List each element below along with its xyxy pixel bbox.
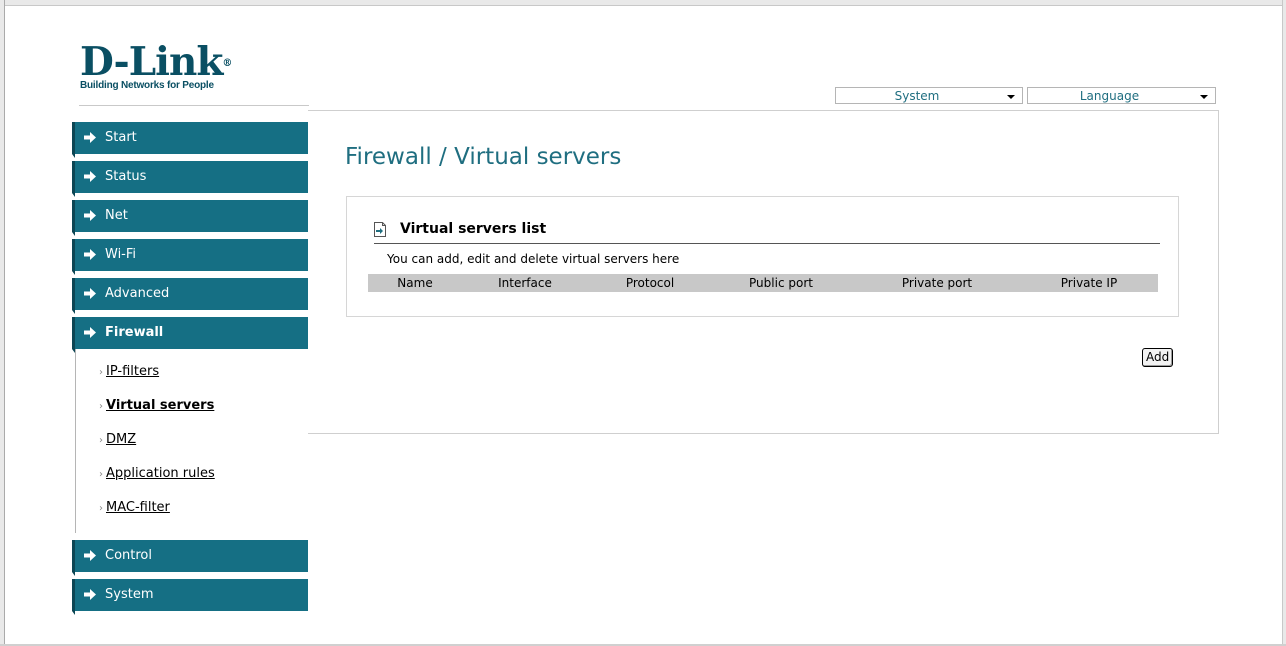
column-header-private-ip: Private IP	[1060, 276, 1118, 290]
submenu-link[interactable]: IP-filters	[106, 364, 159, 379]
arrow-right-icon	[84, 550, 96, 561]
arrow-right-icon	[84, 288, 96, 299]
system-menu-label: System	[894, 89, 940, 103]
window-frame-top	[0, 0, 1286, 6]
submenu-link[interactable]: MAC-filter	[106, 500, 170, 515]
column-header-protocol: Protocol	[625, 276, 675, 290]
system-menu-dropdown[interactable]: System	[835, 87, 1023, 104]
column-header-name: Name	[397, 276, 433, 290]
logo-tagline: Building Networks for People	[80, 80, 214, 91]
nav-label: Advanced	[105, 286, 170, 301]
nav-item-firewall[interactable]: Firewall	[72, 317, 308, 353]
page-title: Firewall / Virtual servers	[345, 144, 622, 170]
nav-label: Net	[105, 208, 128, 223]
nav-item-net[interactable]: Net	[72, 200, 308, 236]
arrow-right-icon	[84, 171, 96, 182]
table-header: Name Interface Protocol Public port Priv…	[368, 274, 1158, 292]
submenu-link[interactable]: Application rules	[106, 466, 215, 481]
nav-label: Firewall	[105, 325, 164, 340]
panel-description: You can add, edit and delete virtual ser…	[387, 252, 680, 266]
column-header-public-port: Public port	[749, 276, 813, 290]
language-label: Language	[1079, 89, 1140, 103]
bullet-icon: ›	[99, 469, 103, 480]
bullet-icon: ›	[99, 401, 103, 412]
bullet-icon: ›	[99, 435, 103, 446]
nav-label: Start	[105, 130, 137, 145]
column-header-interface: Interface	[498, 276, 552, 290]
nav-label: Control	[105, 548, 152, 563]
submenu-link[interactable]: Virtual servers	[106, 398, 214, 413]
submenu-item-mac-filter[interactable]: › MAC-filter	[76, 497, 308, 531]
main-content: Firewall / Virtual servers Virtual serve…	[308, 110, 1219, 434]
bullet-icon: ›	[99, 503, 103, 514]
add-button[interactable]: Add	[1142, 348, 1174, 367]
arrow-right-icon	[84, 249, 96, 260]
panel-title: Virtual servers list	[400, 221, 547, 237]
arrow-right-icon	[84, 210, 96, 221]
submenu-item-virtual-servers[interactable]: › Virtual servers	[76, 395, 308, 429]
submenu-item-dmz[interactable]: › DMZ	[76, 429, 308, 463]
firewall-submenu: › IP-filters › Virtual servers › DMZ › Appli…	[75, 349, 308, 533]
logo-wordmark: D-Link®	[80, 39, 232, 85]
nav-label: System	[105, 587, 154, 602]
chevron-down-icon	[1200, 95, 1208, 99]
window-frame-right	[1282, 0, 1286, 646]
nav-item-advanced[interactable]: Advanced	[72, 278, 308, 314]
panel-header: Virtual servers list	[374, 219, 1160, 244]
arrow-right-icon	[84, 589, 96, 600]
nav-label: Wi-Fi	[105, 247, 137, 262]
nav-item-status[interactable]: Status	[72, 161, 308, 197]
chevron-down-icon	[1007, 95, 1015, 99]
submenu-item-ip-filters[interactable]: › IP-filters	[76, 361, 308, 395]
bullet-icon: ›	[99, 367, 103, 378]
logo-divider	[79, 105, 309, 106]
document-icon	[374, 222, 386, 237]
nav-label: Status	[105, 169, 147, 184]
sidebar-nav: Start Status Net Wi-Fi Advanced Firewall…	[72, 122, 308, 618]
dlink-logo: D-Link® Building Networks for People	[80, 39, 232, 92]
virtual-servers-panel: Virtual servers list You can add, edit a…	[346, 196, 1179, 317]
arrow-right-icon	[84, 327, 96, 338]
nav-item-start[interactable]: Start	[72, 122, 308, 158]
window-frame-left	[0, 0, 5, 646]
nav-item-system[interactable]: System	[72, 579, 308, 615]
language-dropdown[interactable]: Language	[1027, 87, 1216, 104]
submenu-link[interactable]: DMZ	[106, 432, 136, 447]
nav-item-wifi[interactable]: Wi-Fi	[72, 239, 308, 275]
arrow-right-icon	[84, 132, 96, 143]
submenu-item-application-rules[interactable]: › Application rules	[76, 463, 308, 497]
column-header-private-port: Private port	[901, 276, 973, 290]
nav-item-control[interactable]: Control	[72, 540, 308, 576]
